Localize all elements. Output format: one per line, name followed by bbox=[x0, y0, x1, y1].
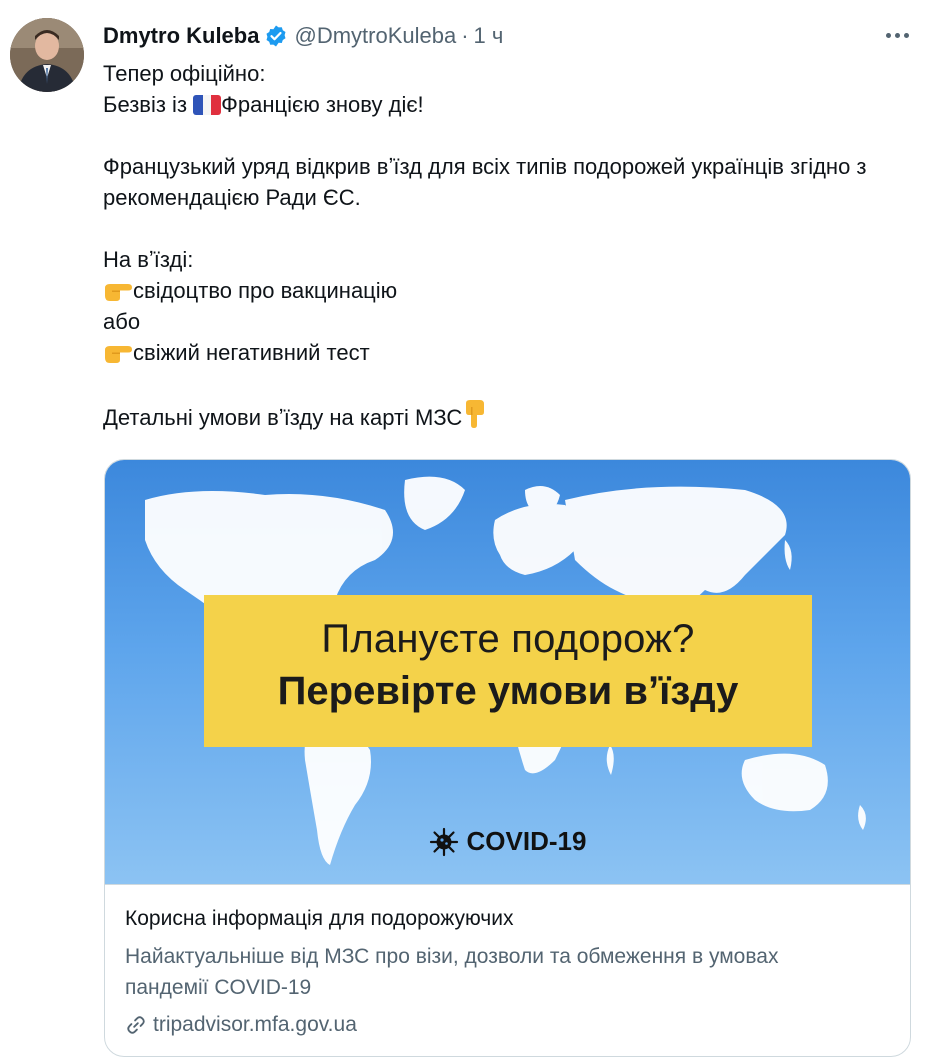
link-icon bbox=[127, 1016, 145, 1034]
card-title: Корисна інформація для подорожуючих bbox=[125, 907, 514, 930]
link-card[interactable]: Плануєте подорож? Перевірте умови вʼїзду… bbox=[104, 459, 911, 1057]
tweet-text-fragment: свідоцтво про вакцинацію bbox=[133, 278, 398, 303]
banner-subtitle: Перевірте умови вʼїзду bbox=[277, 669, 739, 713]
author-avatar[interactable] bbox=[10, 18, 84, 92]
author-name[interactable]: Dmytro Kuleba bbox=[103, 23, 259, 49]
card-banner: Плануєте подорож? Перевірте умови вʼїзду bbox=[204, 595, 812, 747]
tweet-header: Dmytro Kuleba @DmytroKuleba · 1 ч bbox=[103, 20, 930, 52]
pointing-right-icon bbox=[105, 346, 132, 363]
more-options-icon[interactable] bbox=[880, 22, 914, 48]
tweet-text: Тепер офіційно: Безвіз із Францією знову… bbox=[103, 58, 918, 433]
pointing-right-icon bbox=[105, 284, 132, 301]
tweet-text-fragment: свіжий негативний тест bbox=[133, 340, 370, 365]
verified-badge-icon bbox=[266, 25, 286, 47]
author-handle[interactable]: @DmytroKuleba bbox=[294, 23, 456, 49]
card-url[interactable]: tripadvisor.mfa.gov.ua bbox=[125, 1013, 357, 1037]
covid-label: COVID-19 bbox=[105, 826, 910, 857]
tweet-line: На вʼїзді: bbox=[103, 247, 194, 272]
pointing-down-icon bbox=[466, 400, 485, 428]
card-url-text: tripadvisor.mfa.gov.ua bbox=[153, 1013, 357, 1036]
card-image[interactable]: Плануєте подорож? Перевірте умови вʼїзду… bbox=[105, 460, 910, 884]
card-body[interactable]: Корисна інформація для подорожуючих Найа… bbox=[105, 884, 910, 1056]
tweet-line: Детальні умови вʼїзду на карті МЗС bbox=[103, 399, 918, 433]
tweet-text-fragment: Безвіз із bbox=[103, 92, 194, 117]
virus-icon bbox=[429, 827, 458, 856]
france-flag-icon bbox=[193, 95, 222, 115]
tweet-timestamp[interactable]: 1 ч bbox=[474, 23, 504, 49]
tweet-line: або bbox=[103, 309, 141, 334]
card-description: Найактуальніше від МЗС про візи, дозволи… bbox=[125, 945, 779, 999]
tweet-line: Безвіз із Францією знову діє! bbox=[103, 89, 918, 120]
banner-title: Плануєте подорож? bbox=[321, 617, 695, 661]
tweet-line: Французький уряд відкрив вʼїзд для всіх … bbox=[103, 154, 867, 210]
tweet-text-fragment: Францією знову діє! bbox=[221, 92, 424, 117]
tweet-text-fragment: Детальні умови вʼїзду на карті МЗС bbox=[103, 405, 463, 430]
tweet-line: Тепер офіційно: bbox=[103, 61, 266, 86]
covid-text: COVID-19 bbox=[466, 826, 587, 856]
tweet-line: свіжий негативний тест bbox=[103, 337, 918, 368]
header-separator: · bbox=[461, 23, 469, 48]
tweet-line: свідоцтво про вакцинацію bbox=[103, 275, 918, 306]
